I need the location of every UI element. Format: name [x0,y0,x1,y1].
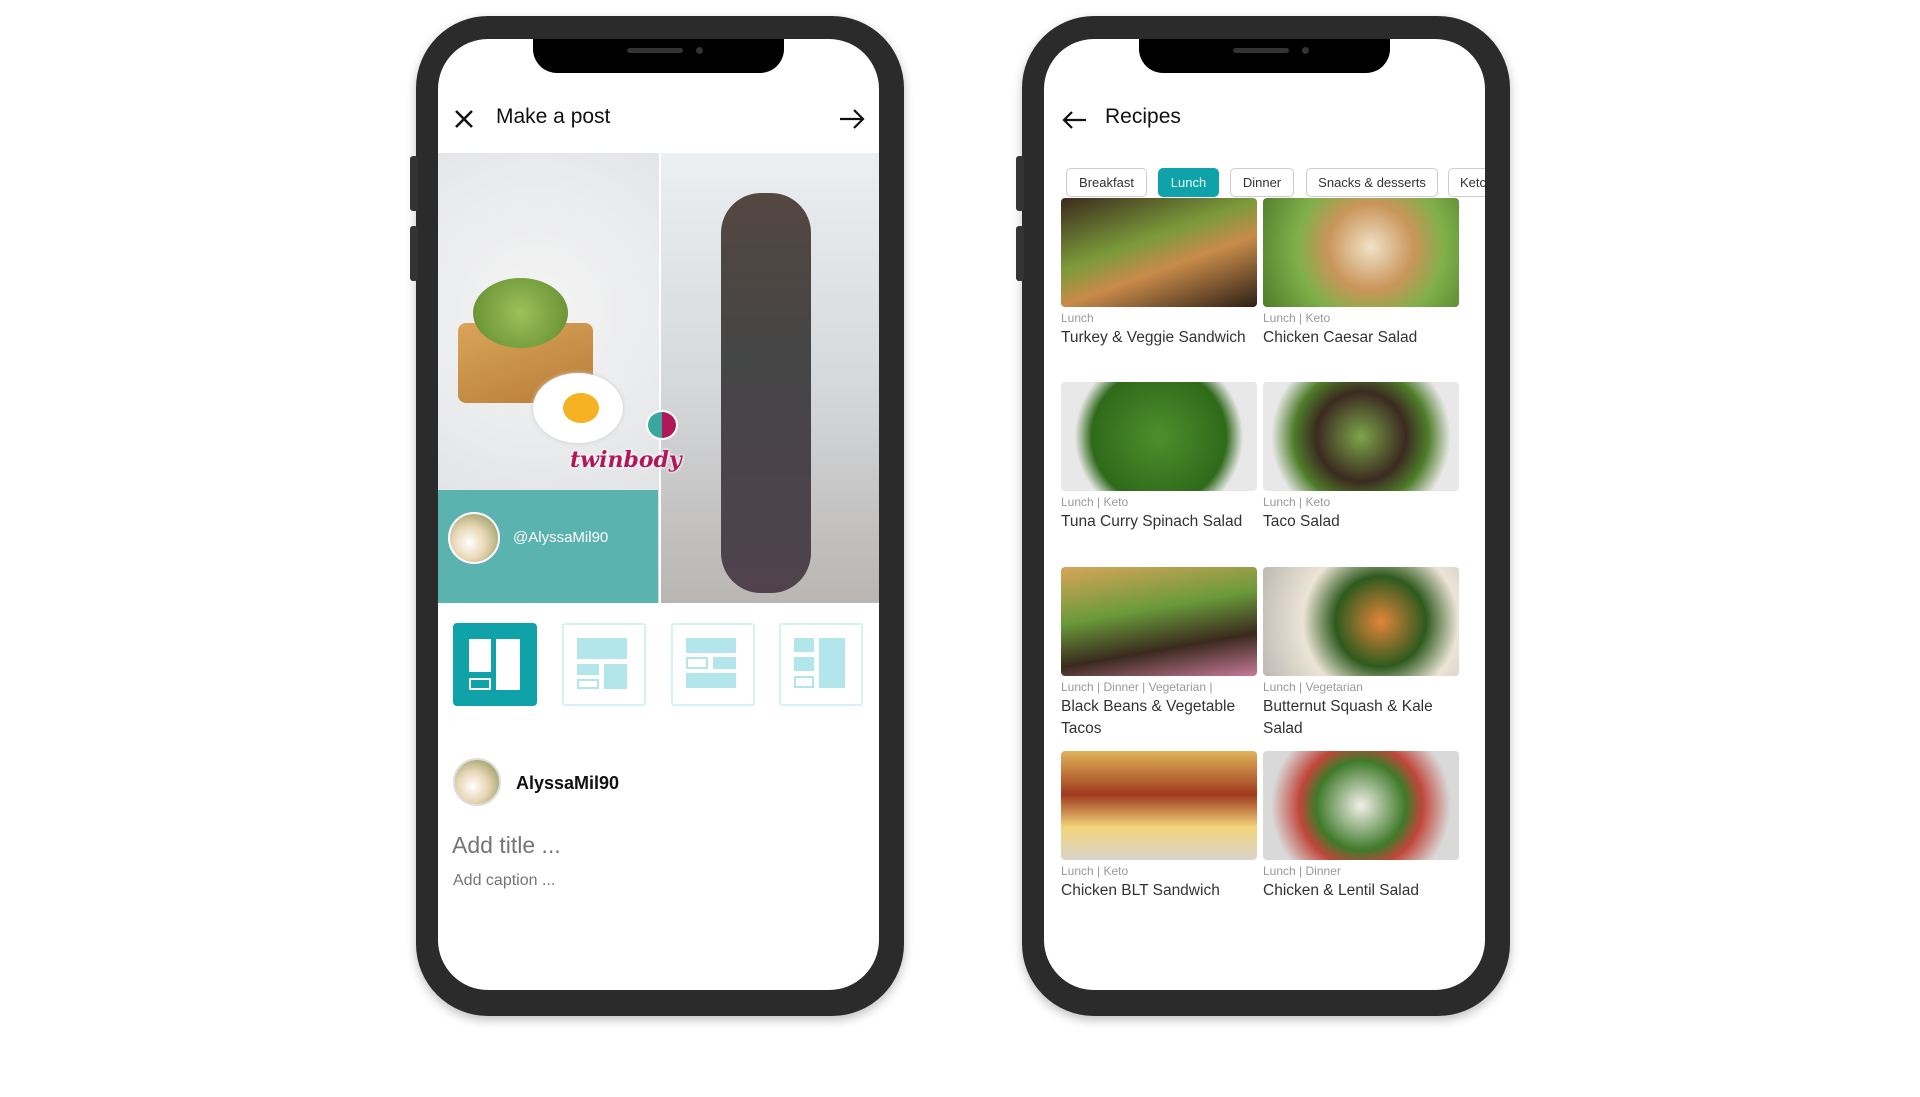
recipe-tags: Lunch | Dinner | Vegetarian | [1061,680,1213,694]
recipe-card[interactable]: Lunch | Vegetarian Butternut Squash & Kal… [1263,567,1459,740]
recipe-name[interactable]: Chicken BLT Sandwich [1061,880,1257,902]
layout-option-sidebar[interactable] [779,623,863,706]
phone-frame-recipes: Recipes Breakfast Lunch Dinner Snacks & … [1016,16,1510,1016]
arrow-right-icon[interactable] [838,108,866,130]
recipe-card[interactable]: Lunch | Dinner | Vegetarian | Black Beans… [1061,567,1257,740]
make-post-screen: Make a post @AlyssaMil90 twinbody Alyssa… [438,39,879,990]
twinbody-logo-icon [646,410,678,440]
recipe-name[interactable]: Chicken Caesar Salad [1263,327,1459,349]
recipe-card[interactable]: Lunch | Keto Tuna Curry Spinach Salad [1061,382,1257,533]
collage-user-panel: @AlyssaMil90 [438,490,658,603]
recipe-tags: Lunch | Keto [1263,495,1331,509]
collage-photo-runner[interactable] [661,153,879,603]
avatar [448,512,500,564]
filter-chip-dinner[interactable]: Dinner [1230,168,1294,197]
recipe-image[interactable] [1061,751,1257,860]
layout-option-two-column[interactable] [453,623,537,706]
user-handle: @AlyssaMil90 [513,529,609,546]
notch [1139,39,1390,73]
recipe-image[interactable] [1263,382,1459,491]
recipe-card[interactable]: Lunch | Dinner Chicken & Lentil Salad [1263,751,1459,902]
recipe-card[interactable]: Lunch | Keto Taco Salad [1263,382,1459,533]
filter-chip-snacks-desserts[interactable]: Snacks & desserts [1306,168,1438,197]
filter-chip-breakfast[interactable]: Breakfast [1066,168,1147,197]
close-icon[interactable] [453,108,475,130]
recipe-name[interactable]: Chicken & Lentil Salad [1263,880,1459,902]
recipe-image[interactable] [1263,198,1459,307]
caption-input[interactable] [453,872,853,890]
recipe-name[interactable]: Turkey & Veggie Sandwich [1061,327,1257,349]
recipe-image[interactable] [1263,567,1459,676]
recipe-tags: Lunch [1061,311,1094,325]
arrow-left-icon[interactable] [1061,110,1087,130]
recipe-tags: Lunch | Dinner [1263,864,1341,878]
username: AlyssaMil90 [516,773,620,793]
recipe-card[interactable]: Lunch | Keto Chicken Caesar Salad [1263,198,1459,349]
recipe-image[interactable] [1061,198,1257,307]
recipe-image[interactable] [1263,751,1459,860]
page-title: Recipes [1105,105,1181,128]
page-title: Make a post [496,105,611,128]
avatar [453,758,501,806]
layout-option-grid-mixed[interactable] [562,623,646,706]
notch [533,39,784,73]
recipes-screen: Recipes Breakfast Lunch Dinner Snacks & … [1044,39,1485,990]
layout-option-rows[interactable] [671,623,755,706]
recipe-tags: Lunch | Vegetarian [1263,680,1363,694]
recipe-name[interactable]: Tuna Curry Spinach Salad [1061,511,1257,533]
filter-chip-lunch[interactable]: Lunch [1158,168,1219,197]
recipe-card[interactable]: Lunch Turkey & Veggie Sandwich [1061,198,1257,349]
recipe-name[interactable]: Taco Salad [1263,511,1459,533]
recipe-tags: Lunch | Keto [1263,311,1331,325]
twinbody-logo: twinbody [570,447,682,473]
recipe-name[interactable]: Black Beans & Vegetable Tacos [1061,696,1257,740]
phone-frame-post: Make a post @AlyssaMil90 twinbody Alyssa… [410,16,904,1016]
recipe-card[interactable]: Lunch | Keto Chicken BLT Sandwich [1061,751,1257,902]
title-input[interactable] [452,832,852,859]
recipe-name[interactable]: Butternut Squash & Kale Salad [1263,696,1459,740]
recipe-image[interactable] [1061,567,1257,676]
filter-chip-keto[interactable]: Keto [1448,168,1485,197]
recipe-tags: Lunch | Keto [1061,864,1129,878]
recipe-image[interactable] [1061,382,1257,491]
recipe-tags: Lunch | Keto [1061,495,1129,509]
